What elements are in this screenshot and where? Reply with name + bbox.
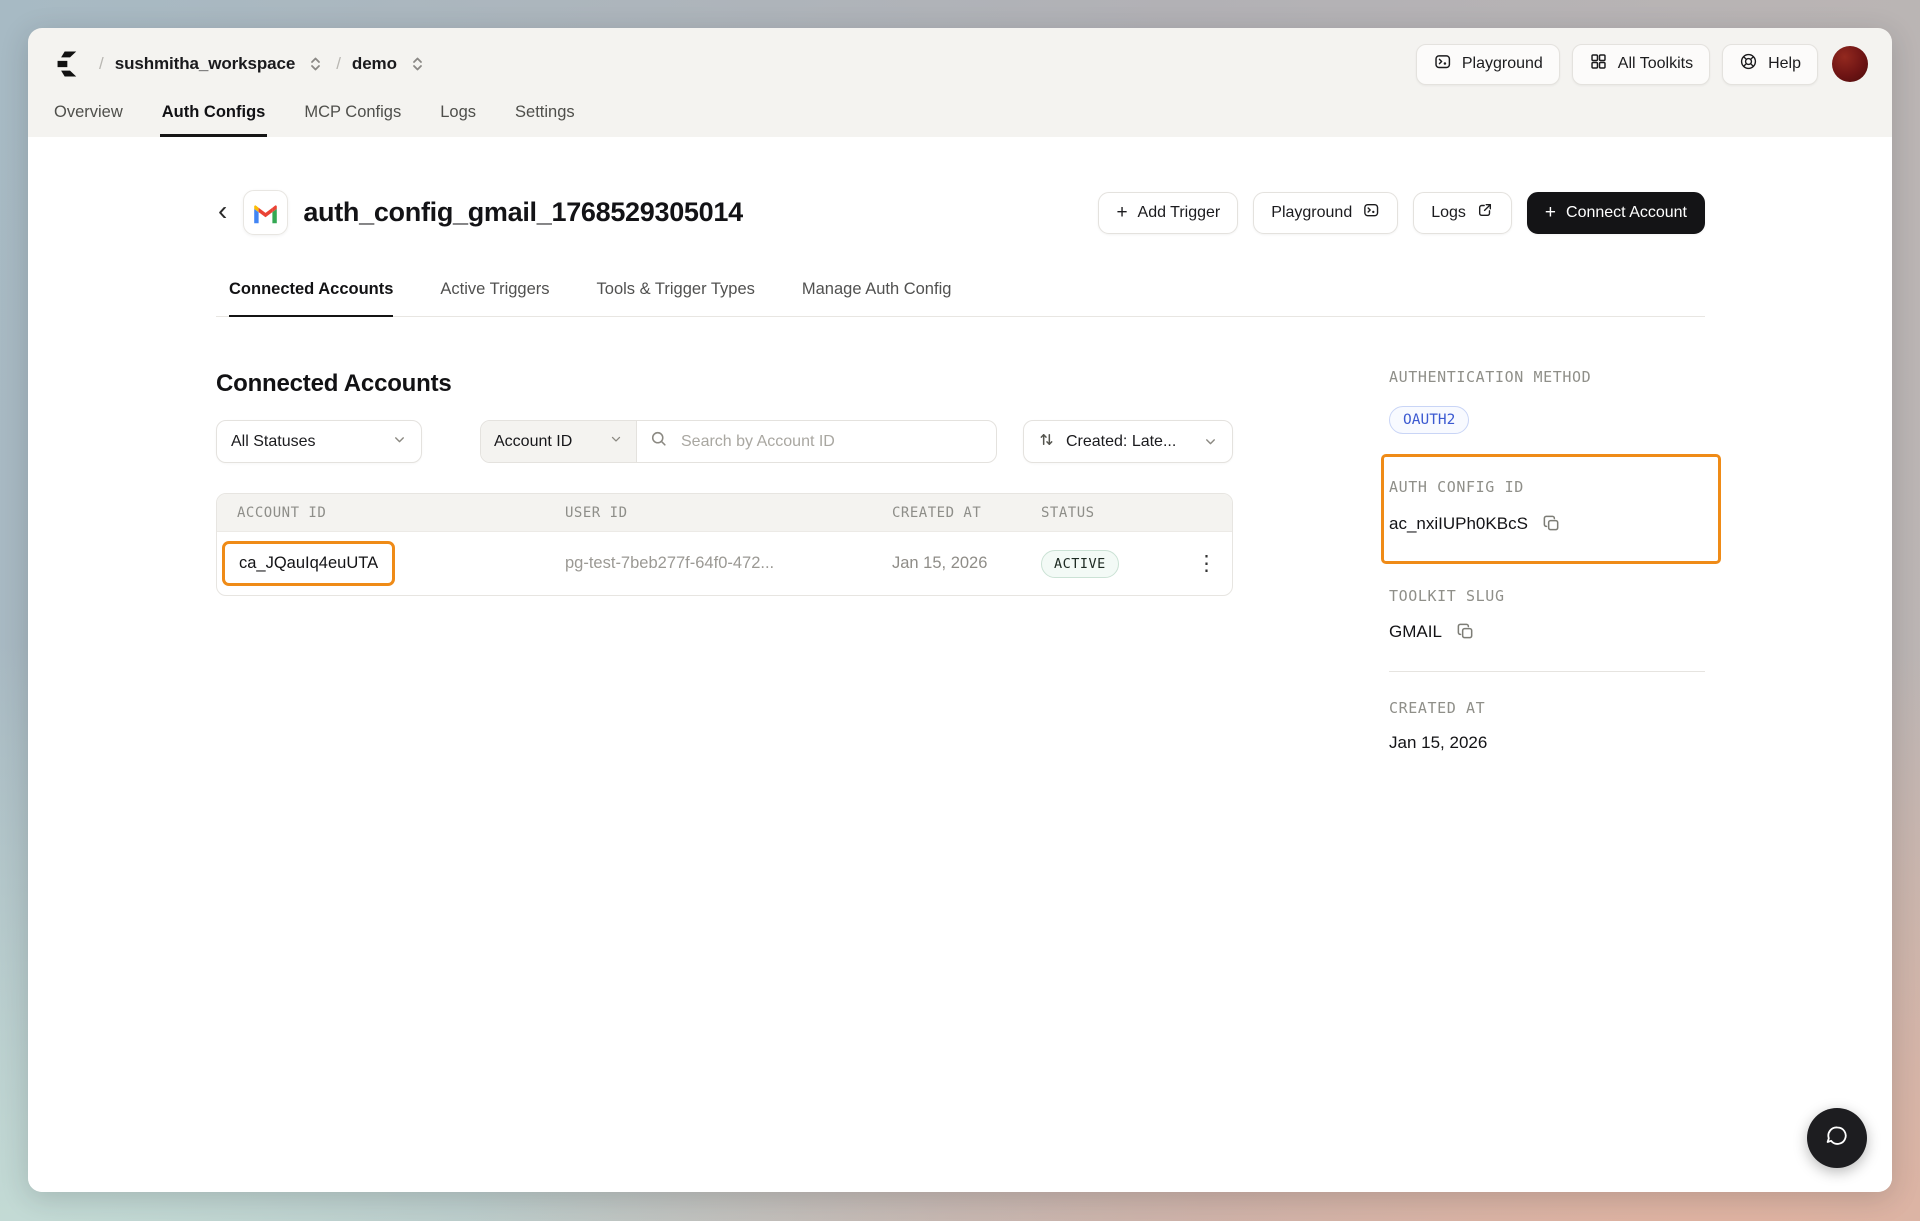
- lifebuoy-help-icon: [1739, 52, 1758, 76]
- help-button-label: Help: [1768, 55, 1801, 73]
- chat-bubble-icon: [1823, 1122, 1851, 1155]
- detail-tabs: Connected Accounts Active Triggers Tools…: [216, 280, 1705, 317]
- copy-icon[interactable]: [1455, 621, 1476, 642]
- breadcrumb: / sushmitha_workspace / demo: [52, 46, 427, 82]
- breadcrumb-separator: /: [336, 54, 341, 74]
- connected-accounts-section: Connected Accounts All Statuses Account …: [216, 370, 1233, 596]
- playground-button[interactable]: Playground: [1416, 44, 1560, 85]
- auth-config-id-highlight: AUTH CONFIG ID ac_nxiIUPh0KBcS: [1381, 454, 1721, 564]
- accounts-table: ACCOUNT ID USER ID CREATED AT STATUS ca_…: [216, 493, 1233, 596]
- search-input[interactable]: [679, 432, 983, 452]
- copy-icon[interactable]: [1541, 513, 1562, 534]
- gmail-icon: [243, 190, 288, 235]
- tab-active-triggers[interactable]: Active Triggers: [440, 280, 549, 316]
- tab-settings[interactable]: Settings: [513, 100, 577, 137]
- add-trigger-label: Add Trigger: [1138, 204, 1221, 222]
- column-account-id: ACCOUNT ID: [217, 505, 545, 521]
- created-at-value: Jan 15, 2026: [1389, 733, 1713, 753]
- user-avatar[interactable]: [1832, 46, 1868, 82]
- playground-link-label: Playground: [1271, 204, 1352, 222]
- app-window: / sushmitha_workspace / demo: [28, 28, 1892, 1192]
- logs-link-button[interactable]: Logs: [1413, 192, 1512, 234]
- tab-logs[interactable]: Logs: [438, 100, 478, 137]
- column-status: STATUS: [1021, 505, 1181, 521]
- tab-mcp-configs[interactable]: MCP Configs: [302, 100, 403, 137]
- sort-arrows-icon: [1038, 431, 1055, 453]
- created-at-label: CREATED AT: [1389, 699, 1713, 717]
- logs-link-label: Logs: [1431, 204, 1466, 222]
- playground-button-label: Playground: [1462, 55, 1543, 73]
- chevron-down-icon: [1203, 434, 1218, 449]
- back-button[interactable]: ‹: [216, 195, 235, 231]
- oauth2-badge: OAUTH2: [1389, 406, 1469, 434]
- table-header: ACCOUNT ID USER ID CREATED AT STATUS: [217, 494, 1232, 531]
- content-area: ‹ auth_config_gmail_1768529305014 + Add …: [28, 137, 1892, 1192]
- column-created-at: CREATED AT: [872, 505, 1021, 521]
- all-toolkits-button[interactable]: All Toolkits: [1572, 44, 1710, 85]
- auth-config-id-value: ac_nxiIUPh0KBcS: [1389, 514, 1528, 534]
- chevron-down-icon: [609, 432, 623, 451]
- chevron-updown-icon[interactable]: [306, 53, 325, 75]
- user-id-cell: pg-test-7beb277f-64f0-472...: [545, 554, 872, 573]
- topbar-actions: Playground All Toolkits: [1404, 44, 1868, 85]
- table-row[interactable]: ca_JQauIq4euUTA pg-test-7beb277f-64f0-47…: [217, 531, 1232, 595]
- sort-value: Created: Late...: [1066, 433, 1176, 451]
- support-chat-button[interactable]: [1807, 1108, 1867, 1168]
- connect-account-label: Connect Account: [1566, 204, 1687, 222]
- workspace-selector[interactable]: sushmitha_workspace: [115, 54, 295, 74]
- account-id-cell: ca_JQauIq4euUTA: [217, 541, 545, 586]
- status-cell: ACTIVE: [1021, 550, 1181, 578]
- project-selector[interactable]: demo: [352, 54, 397, 74]
- toolkit-slug-value: GMAIL: [1389, 622, 1442, 642]
- chevron-updown-icon[interactable]: [408, 53, 427, 75]
- tab-manage-auth-config[interactable]: Manage Auth Config: [802, 280, 952, 316]
- account-id-highlight: ca_JQauIq4euUTA: [222, 541, 395, 586]
- page-title: auth_config_gmail_1768529305014: [303, 197, 742, 228]
- created-at-cell: Jan 15, 2026: [872, 554, 1021, 573]
- all-toolkits-button-label: All Toolkits: [1618, 55, 1693, 73]
- plus-icon: +: [1116, 203, 1127, 222]
- section-heading: Connected Accounts: [216, 370, 1233, 398]
- column-user-id: USER ID: [545, 505, 872, 521]
- chevron-down-icon: [392, 432, 407, 452]
- add-trigger-button[interactable]: + Add Trigger: [1098, 192, 1238, 234]
- terminal-playground-icon: [1433, 52, 1452, 76]
- status-filter-select[interactable]: All Statuses: [216, 420, 422, 463]
- composio-logo[interactable]: [52, 46, 88, 82]
- search-field-value: Account ID: [494, 433, 572, 451]
- tab-auth-configs[interactable]: Auth Configs: [160, 100, 268, 137]
- status-badge: ACTIVE: [1041, 550, 1119, 578]
- tab-connected-accounts[interactable]: Connected Accounts: [229, 280, 393, 316]
- connect-account-button[interactable]: + Connect Account: [1527, 192, 1705, 234]
- details-sidebar: AUTHENTICATION METHOD OAUTH2 AUTH CONFIG…: [1389, 368, 1713, 753]
- plus-icon: +: [1545, 203, 1556, 222]
- grid-icon: [1589, 52, 1608, 76]
- playground-link-button[interactable]: Playground: [1253, 192, 1398, 234]
- status-filter-value: All Statuses: [231, 433, 315, 451]
- page-actions: + Add Trigger Playground Logs: [1098, 192, 1705, 234]
- tab-overview[interactable]: Overview: [52, 100, 125, 137]
- primary-nav-tabs: Overview Auth Configs MCP Configs Logs S…: [28, 100, 1892, 137]
- external-link-icon: [1476, 201, 1494, 224]
- page-header: ‹ auth_config_gmail_1768529305014 + Add …: [216, 190, 1705, 235]
- sidebar-divider: [1389, 671, 1705, 672]
- row-menu-kebab-icon[interactable]: ⋮: [1181, 553, 1232, 574]
- tab-tools-trigger-types[interactable]: Tools & Trigger Types: [597, 280, 755, 316]
- topbar: / sushmitha_workspace / demo: [28, 28, 1892, 100]
- search-field-select[interactable]: Account ID: [481, 421, 637, 462]
- search-icon: [650, 430, 668, 453]
- terminal-playground-icon: [1362, 201, 1380, 224]
- breadcrumb-separator: /: [99, 54, 104, 74]
- auth-config-id-label: AUTH CONFIG ID: [1389, 478, 1708, 496]
- sort-select[interactable]: Created: Late...: [1023, 420, 1233, 463]
- search-box: [637, 421, 996, 462]
- search-combo: Account ID: [480, 420, 997, 463]
- help-button[interactable]: Help: [1722, 44, 1818, 85]
- filters-row: All Statuses Account ID: [216, 420, 1233, 463]
- authentication-method-label: AUTHENTICATION METHOD: [1389, 368, 1713, 386]
- toolkit-slug-label: TOOLKIT SLUG: [1389, 587, 1713, 605]
